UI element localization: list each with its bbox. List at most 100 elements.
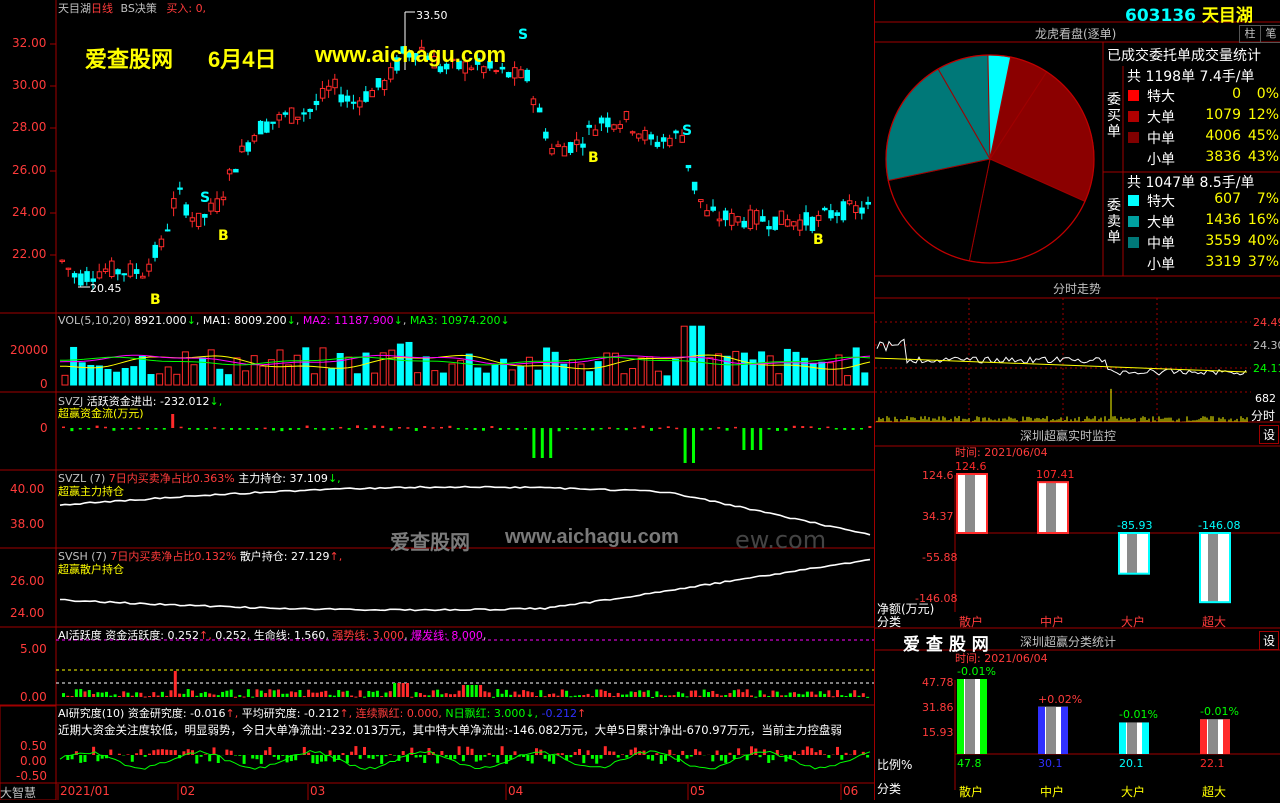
research-bar [823,754,826,755]
flow-bar [272,428,275,430]
research-l3: 连续飘红: [356,707,404,720]
research-bar [853,750,856,755]
intraday-tab[interactable]: 分时 [1251,407,1275,424]
flow-bar [482,428,485,431]
flow-bar [457,428,460,430]
candle-body [97,272,102,278]
flow-bar [180,427,183,429]
volume-bar [707,358,713,385]
monitor-axis-label: 分类 [877,613,901,630]
ai-bar [281,694,284,697]
monitor-time: 时间: 2021/06/04 [955,444,1048,460]
research-bar [393,755,396,756]
monitor-bar-shade [1208,533,1218,602]
monitor-time-label: 时间: [955,446,981,459]
ai-bar [819,691,822,697]
ai-l5: 爆发线: [411,629,448,642]
stats-y-2: 15.93 [922,726,954,739]
research-bar [780,754,783,755]
research-bar [363,747,366,755]
stats-bar-shade [1208,719,1218,754]
research-bar [440,751,443,755]
ai-bar [724,695,727,697]
sell-per-order: 8.5手/单 [1200,175,1255,191]
research-v4: 3.000 [494,707,526,720]
ai-bar [148,696,151,697]
ai-bar [290,691,293,697]
candle-body [649,135,654,139]
stats-settings-button[interactable]: 设 [1259,631,1279,650]
research-bar [161,749,164,755]
research-a1: ↑, [226,707,239,720]
monitor-settings-button[interactable]: 设 [1259,425,1279,444]
ai-bar [561,689,564,697]
candle-body [531,99,536,105]
svzl-sub: 超赢主力持仓 [58,483,124,499]
candle-body [147,264,152,271]
candle-body [506,73,511,77]
ai-bar [393,683,396,697]
ai-bar [230,690,233,697]
research-bar [359,755,362,759]
chart-area[interactable]: 天目湖日线 BS决策 买入: 0, 32.0030.0028.0026.0024… [0,0,874,800]
flow-bar [163,428,166,430]
flow-bar [188,428,191,430]
sell-total-prefix: 共 [1127,175,1141,191]
ai-bar [664,696,667,697]
flow-bar [734,427,737,429]
flow-bar [860,428,863,430]
fund-flow-bars [62,414,871,463]
ma2-arrow: ↓ [394,314,403,327]
research-bar [574,752,577,755]
ai-bar [144,697,147,698]
candle-body [692,182,697,190]
candle-body [252,136,257,142]
ai-bar [389,691,392,697]
candle-body [761,217,766,222]
flow-bar [793,426,796,428]
ai-bar [195,696,198,697]
ai-bar [686,696,689,697]
watermark-center-url: www.aichagu.com [505,526,679,549]
research-name: AI研究度(10) [58,707,124,720]
candle-body [860,208,865,213]
ai-bar [638,690,641,697]
monitor-category: 中户 [1040,613,1064,630]
candle-body [792,222,797,226]
ai-bar [784,695,787,697]
candle-body [246,143,251,151]
tick-mode-button[interactable]: 笔 [1260,25,1280,43]
ai-bar [165,696,168,697]
candle-body [389,68,394,79]
flow-bar [726,428,729,431]
flow-bar [474,428,477,430]
candle-body [234,169,239,171]
research-bar [419,755,422,757]
ai-bar [625,694,628,697]
ai-bar [634,692,637,697]
ai-bar [299,690,302,697]
stats-bar-left [1038,707,1045,754]
ai-bar [380,696,383,697]
period-label[interactable]: 日线 [91,2,113,15]
svzj-value: -232.012 [160,395,209,408]
stats-title: 已成交委托单成交量统计 [1107,45,1261,65]
row-pct: 37% [1241,254,1279,270]
volume-bar [165,367,171,385]
bar-mode-button[interactable]: 柱 [1239,25,1261,43]
ai-bar [703,690,706,697]
ai-bar [273,690,276,697]
research-bar [157,749,160,755]
research-bar [354,746,357,755]
ai-bar [139,693,142,697]
monitor-bars [955,474,1280,612]
candle-body [841,202,846,220]
research-bar [686,755,689,759]
row-label: 中单 [1147,128,1175,148]
indicator-name[interactable]: BS决策 [121,2,157,15]
research-bar [595,755,598,764]
ai-bar [479,685,482,697]
ai-bar [277,690,280,697]
candle-body [736,217,741,222]
ai-bar [88,690,91,697]
